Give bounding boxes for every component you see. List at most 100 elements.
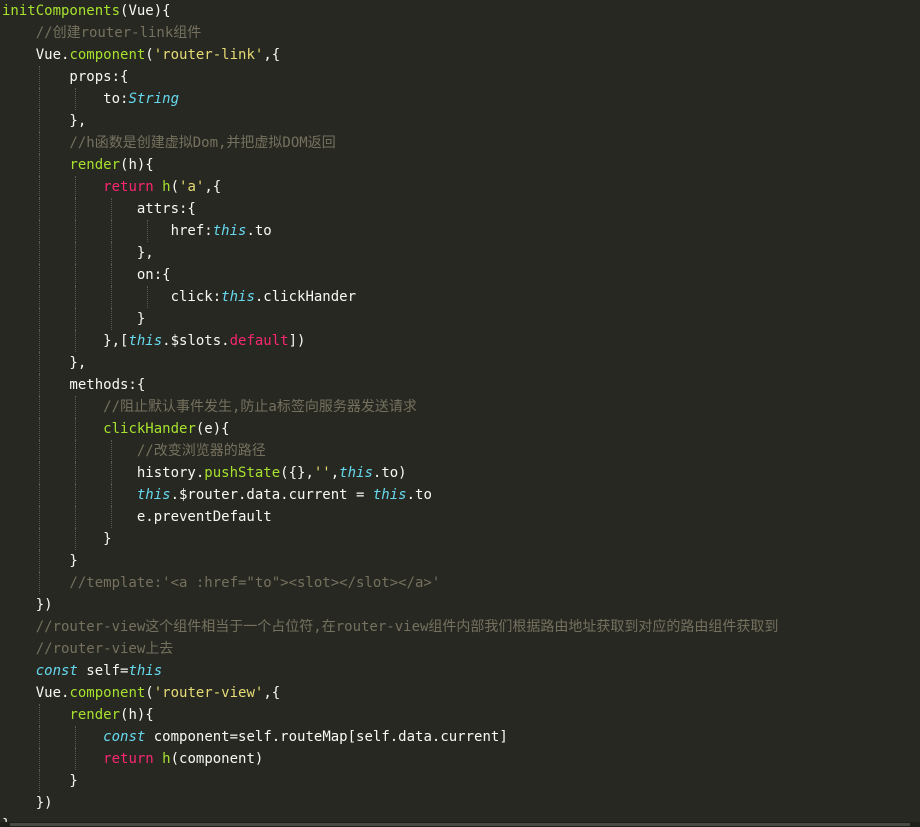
code-line: }) <box>2 594 918 616</box>
code-token: 'router-link' <box>153 47 264 63</box>
code-token: pushState <box>204 465 281 481</box>
code-token: this <box>136 487 171 503</box>
indent-guide <box>38 176 40 198</box>
code-line: render(h){ <box>2 704 918 726</box>
indent-guide <box>74 440 76 462</box>
indent-guide <box>38 264 40 286</box>
code-token: '' <box>313 465 331 481</box>
code-token: //router-view这个组件相当于一个占位符,在router-view组件… <box>2 619 779 635</box>
code-token: component=self.routeMap[self.data.curren… <box>145 729 508 745</box>
code-token: //router-view上去 <box>2 641 174 657</box>
indent-guide <box>38 110 40 132</box>
code-token: .$router.data.current = <box>170 487 373 503</box>
code-token: (component) <box>170 751 264 767</box>
indent-guide <box>38 528 40 550</box>
indent-guide <box>110 506 112 528</box>
code-line: //创建router-link组件 <box>2 22 918 44</box>
code-token: } <box>2 531 112 547</box>
code-token: ({}, <box>280 465 314 481</box>
indent-guide <box>38 704 40 726</box>
code-token: ( <box>170 179 180 195</box>
code-line: //阻止默认事件发生,防止a标签向服务器发送请求 <box>2 396 918 418</box>
indent-guide <box>38 572 40 594</box>
code-line: Vue.component('router-link',{ <box>2 44 918 66</box>
code-line: href:this.to <box>2 220 918 242</box>
code-line: } <box>2 550 918 572</box>
indent-guide <box>38 770 40 792</box>
code-token: }, <box>2 113 87 129</box>
code-line: render(h){ <box>2 154 918 176</box>
code-line: return h(component) <box>2 748 918 770</box>
code-token: String <box>128 91 180 107</box>
indent-guide <box>38 396 40 418</box>
indent-guide <box>74 726 76 748</box>
indent-guide <box>38 88 40 110</box>
code-token: methods:{ <box>2 377 146 393</box>
code-token: self= <box>77 663 129 679</box>
indent-guide <box>38 132 40 154</box>
code-line: on:{ <box>2 264 918 286</box>
indent-guide <box>146 286 148 308</box>
indent-guide <box>74 418 76 440</box>
code-token: this <box>339 465 373 481</box>
indent-guide <box>74 330 76 352</box>
code-line: this.$router.data.current = this.to <box>2 484 918 506</box>
scrollbar-thumb[interactable] <box>10 823 910 826</box>
code-token: props:{ <box>2 69 129 85</box>
indent-guide <box>38 418 40 440</box>
code-token: ( <box>145 685 154 701</box>
code-token: //改变浏览器的路径 <box>2 443 266 459</box>
code-token: attrs:{ <box>2 201 196 217</box>
code-line: history.pushState({},'',this.to) <box>2 462 918 484</box>
indent-guide <box>110 242 112 264</box>
horizontal-scrollbar[interactable] <box>0 822 920 827</box>
code-line: const self=this <box>2 660 918 682</box>
code-line: to:String <box>2 88 918 110</box>
indent-guide <box>38 352 40 374</box>
code-token: this <box>221 289 255 305</box>
code-token: click: <box>2 289 222 305</box>
code-token: Vue. <box>2 685 70 701</box>
indent-guide <box>110 198 112 220</box>
code-line: }) <box>2 792 918 814</box>
code-token: 'router-view' <box>153 685 264 701</box>
code-token: (h){ <box>120 157 154 173</box>
indent-guide <box>38 748 40 770</box>
indent-guide <box>38 220 40 242</box>
indent-guide <box>38 154 40 176</box>
code-token: return <box>103 751 154 767</box>
indent-guide <box>38 308 40 330</box>
indent-guide <box>74 506 76 528</box>
code-token: 'a' <box>179 179 205 195</box>
code-line: } <box>2 770 918 792</box>
code-token: },[ <box>2 333 129 349</box>
code-editor[interactable]: initComponents(Vue){ //创建router-link组件 V… <box>0 0 920 827</box>
code-token: } <box>2 553 78 569</box>
code-line: } <box>2 528 918 550</box>
indent-guide <box>74 286 76 308</box>
indent-guide <box>74 264 76 286</box>
indent-guide <box>110 264 112 286</box>
code-token: //创建router-link组件 <box>2 25 202 41</box>
code-token: } <box>2 773 78 789</box>
indent-guide <box>110 308 112 330</box>
code-token: (h){ <box>120 707 154 723</box>
code-token: ,{ <box>263 47 281 63</box>
code-token: this <box>212 223 247 239</box>
code-area[interactable]: initComponents(Vue){ //创建router-link组件 V… <box>2 0 918 827</box>
code-line: e.preventDefault <box>2 506 918 528</box>
indent-guide <box>74 198 76 220</box>
indent-guide <box>110 440 112 462</box>
code-token: this <box>128 663 163 679</box>
code-line: const component=self.routeMap[self.data.… <box>2 726 918 748</box>
code-line: clickHander(e){ <box>2 418 918 440</box>
indent-guide <box>74 748 76 770</box>
code-line: Vue.component('router-view',{ <box>2 682 918 704</box>
code-token: .to <box>406 487 432 503</box>
